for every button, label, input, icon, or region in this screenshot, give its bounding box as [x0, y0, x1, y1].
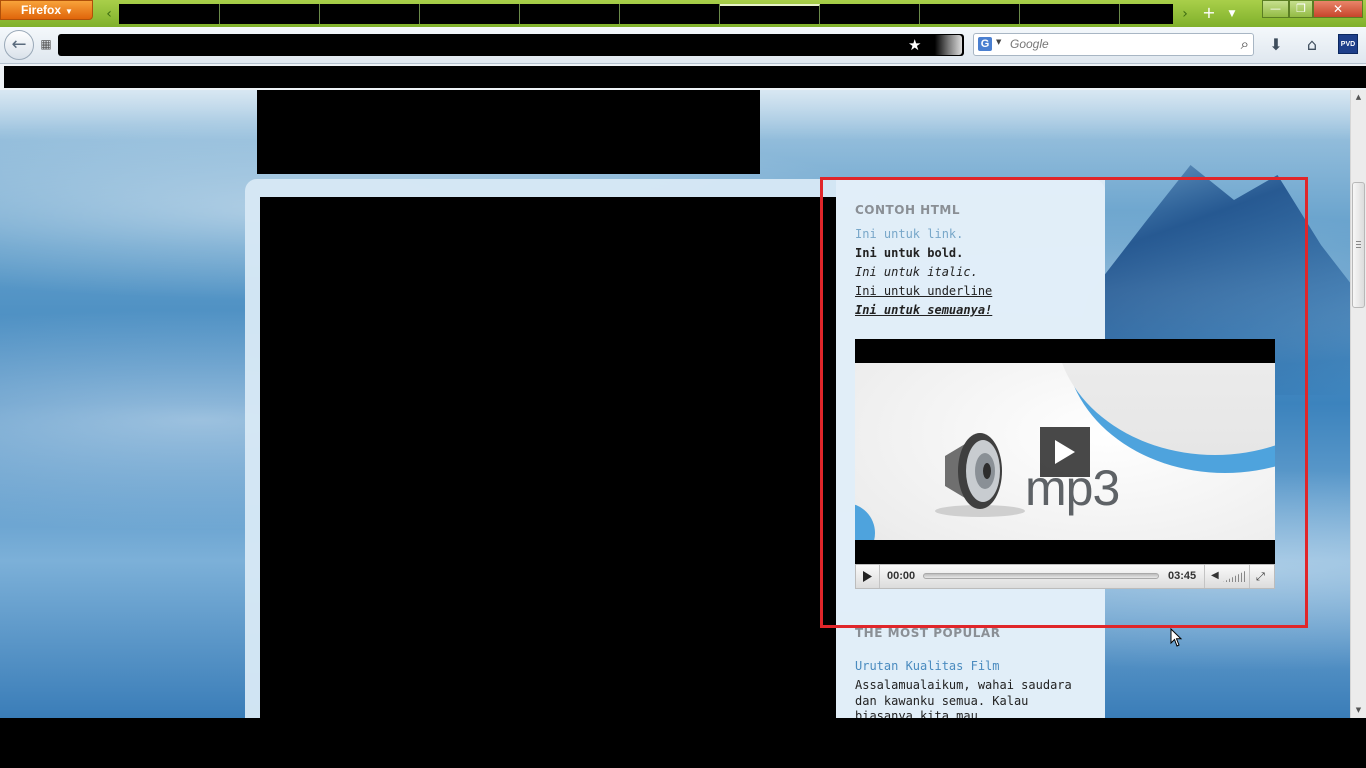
tab[interactable]	[520, 4, 620, 24]
most-popular-title: THE MOST POPULAR	[855, 626, 1001, 640]
page-scrollbar[interactable]: ▲ ▼	[1350, 90, 1366, 718]
bookmarks-toolbar	[0, 64, 1366, 90]
tab-strip	[119, 4, 1173, 24]
tab-scroll-right-icon[interactable]: ›	[1178, 4, 1192, 24]
tab[interactable]	[320, 4, 420, 24]
tab-bar: Firefox ▼ ‹ › + ▼ — ❐ ✕	[0, 0, 1366, 27]
search-placeholder[interactable]: Google	[1010, 37, 1049, 51]
scroll-grip	[1356, 241, 1361, 248]
search-bar[interactable]: G ▼ Google ⌕	[973, 33, 1254, 56]
annotation-highlight-box	[820, 177, 1308, 628]
home-icon[interactable]: ⌂	[1300, 34, 1324, 56]
bookmarks-redacted	[4, 66, 1366, 88]
firefox-menu-button[interactable]: Firefox ▼	[0, 0, 93, 20]
url-bar-addon-icons[interactable]	[928, 35, 962, 55]
popular-post-link[interactable]: Urutan Kualitas Film	[855, 659, 1000, 673]
google-engine-icon[interactable]: G	[978, 37, 992, 51]
page-viewport: CONTOH HTML Ini untuk link. Ini untuk bo…	[0, 90, 1350, 718]
bookmark-star-icon[interactable]: ★	[908, 35, 921, 55]
tab[interactable]	[220, 4, 320, 24]
tab[interactable]	[119, 4, 220, 24]
window-close-button[interactable]: ✕	[1313, 0, 1363, 18]
identity-icon[interactable]: ▦	[38, 36, 54, 52]
main-content-redacted	[260, 197, 836, 718]
popular-post-snippet: Assalamualaikum, wahai saudara dan kawan…	[855, 678, 1072, 718]
url-bar[interactable]	[58, 34, 964, 56]
scroll-up-arrow-icon[interactable]: ▲	[1351, 90, 1366, 105]
tab-list-chevron-icon[interactable]: ▼	[1225, 3, 1239, 23]
tab-scroll-left-icon[interactable]: ‹	[102, 4, 116, 24]
scrollbar-thumb[interactable]	[1352, 182, 1365, 308]
back-arrow-icon[interactable]: ←	[4, 30, 34, 60]
firefox-menu-label: Firefox	[21, 3, 62, 17]
taskbar-redacted	[0, 718, 1366, 768]
window-minimize-button[interactable]: —	[1262, 0, 1289, 18]
tab[interactable]	[1020, 4, 1120, 24]
navigation-toolbar: ← ▦ ★ G ▼ Google ⌕ ⬇ ⌂ PVD	[0, 27, 1366, 64]
pvd-addon-icon[interactable]: PVD	[1338, 34, 1358, 54]
new-tab-plus-icon[interactable]: +	[1200, 3, 1218, 23]
tab[interactable]	[820, 4, 920, 24]
tab[interactable]	[620, 4, 720, 24]
window-maximize-button[interactable]: ❐	[1289, 0, 1313, 18]
search-icon[interactable]: ⌕	[1241, 35, 1249, 53]
mouse-cursor-icon	[1170, 628, 1183, 647]
downloads-icon[interactable]: ⬇	[1264, 34, 1288, 56]
tab-active[interactable]	[720, 4, 820, 24]
blog-header-redacted	[257, 90, 760, 174]
tab[interactable]	[920, 4, 1020, 24]
tab[interactable]	[420, 4, 520, 24]
chevron-down-icon: ▼	[65, 7, 73, 16]
chevron-down-icon[interactable]: ▼	[996, 38, 1001, 46]
scroll-down-arrow-icon[interactable]: ▼	[1351, 703, 1366, 718]
